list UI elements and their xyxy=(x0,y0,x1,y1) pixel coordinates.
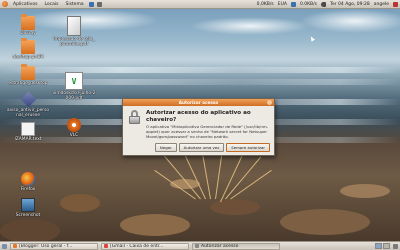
desktop-icon-label: IZAMAR.text xyxy=(14,137,42,142)
folder-icon xyxy=(21,38,35,54)
menu-applications[interactable]: Aplicativos xyxy=(11,2,39,7)
top-panel: Aplicativos Locais Sistema 0,0KB/s EUA 0… xyxy=(0,0,400,9)
keyboard-layout[interactable]: EUA xyxy=(278,2,287,7)
browser-launcher-icon[interactable] xyxy=(88,1,94,7)
lock-icon xyxy=(128,110,141,125)
task-label: [Gmail - Caixa de entr... xyxy=(110,243,164,249)
browser-icon xyxy=(104,244,108,248)
desktop-icon-label: VLC xyxy=(69,133,79,138)
task-label: [Blogger: Uso geral - f... xyxy=(19,243,73,249)
download-speed: 0,0KB/s xyxy=(256,1,274,7)
upload-speed: 0.0KB/s xyxy=(299,1,318,7)
desktop-icon-estrange[interactable]: estrange_desktop xyxy=(6,64,50,86)
menu-system[interactable]: Sistema xyxy=(63,2,85,7)
trash-icon[interactable] xyxy=(393,243,398,249)
power-icon[interactable] xyxy=(393,1,398,7)
desktop-icon-label: desktop-pt-BR xyxy=(12,55,44,60)
desktop-icon-firefox[interactable]: Firefox xyxy=(6,172,50,192)
screenshot-icon xyxy=(21,198,35,212)
lock-small-icon xyxy=(195,244,199,248)
desktop-icon-impressao[interactable]: Impressao de tela_piramide.pdf xyxy=(52,16,96,47)
bottom-panel: [Blogger: Uso geral - f... [Gmail - Caix… xyxy=(0,241,400,250)
dialog-titlebar[interactable]: Autorizar acesso xyxy=(123,99,274,106)
task-gmail[interactable]: [Gmail - Caixa de entr... xyxy=(101,242,189,250)
task-label: Autorizar acesso xyxy=(201,243,239,249)
desktop-icon-vim-pdf[interactable]: V vimdoskdsd-julho-2009.pdf xyxy=(52,72,96,101)
desktop-icon-dirtray[interactable]: DirTray xyxy=(6,14,50,36)
desktop-icon-desktop-ptbr[interactable]: desktop-pt-BR xyxy=(6,38,50,60)
desktop-icon-label: aviso_antivir_personal_erusee xyxy=(6,108,50,119)
workspace-2[interactable] xyxy=(383,243,390,249)
close-icon[interactable] xyxy=(267,100,272,105)
user-name[interactable]: angele xyxy=(374,2,389,7)
dialog-message: O aplicativo "Miniaplicativo Gerenciador… xyxy=(146,124,269,140)
desktop-icon-label: estrange_desktop xyxy=(8,81,48,86)
clock[interactable]: Ter 04 Ago, 09:28 xyxy=(330,2,370,7)
task-blogger[interactable]: [Blogger: Uso geral - f... xyxy=(10,242,98,250)
desktop-icon-label: DirTray xyxy=(20,31,36,36)
desktop-icon-vlc[interactable]: VLC xyxy=(52,118,96,138)
folder-icon xyxy=(21,14,35,30)
menu-places[interactable]: Locais xyxy=(42,2,60,7)
vim-icon: V xyxy=(65,72,83,90)
task-authorize-access[interactable]: Autorizar acesso xyxy=(192,242,280,250)
workspace-switcher[interactable] xyxy=(375,243,390,249)
script-icon xyxy=(20,91,36,108)
network-icon[interactable] xyxy=(290,1,296,7)
desktop-icon-label: Impressao de tela_piramide.pdf xyxy=(53,37,95,48)
authorize-access-dialog: Autorizar acesso Autorizar acesso do apl… xyxy=(122,98,275,156)
pdf-document-icon xyxy=(67,16,81,36)
allow-once-button[interactable]: Autorizar uma vez xyxy=(178,143,225,152)
deny-button[interactable]: Negar xyxy=(154,143,177,152)
volume-icon[interactable] xyxy=(321,1,327,7)
folder-icon xyxy=(21,64,35,80)
desktop-icon-aviso-antivir[interactable]: aviso_antivir_personal_erusee xyxy=(6,91,50,119)
firefox-icon xyxy=(21,172,35,186)
workspace-1[interactable] xyxy=(375,243,382,249)
dialog-heading: Autorizar acesso do aplicativo ao chavei… xyxy=(146,110,251,123)
show-desktop-icon[interactable] xyxy=(2,243,7,249)
media-player-icon xyxy=(67,118,81,132)
desktop-icon-izamar[interactable]: IZAMAR.text xyxy=(6,122,50,142)
help-launcher-icon[interactable] xyxy=(96,1,102,7)
desktop-icon-label: Firefox xyxy=(20,187,36,192)
desktop-icon-screenshot[interactable]: Screenshot xyxy=(6,198,50,218)
document-icon xyxy=(21,122,35,136)
always-allow-button[interactable]: Sempre autorizar xyxy=(226,143,270,152)
desktop-icon-label: vimdoskdsd-julho-2009.pdf xyxy=(52,91,96,102)
browser-icon xyxy=(13,244,17,248)
ubuntu-logo-icon[interactable] xyxy=(2,1,8,7)
dialog-window-title: Autorizar acesso xyxy=(178,100,219,105)
desktop-icon-label: Screenshot xyxy=(15,213,41,218)
